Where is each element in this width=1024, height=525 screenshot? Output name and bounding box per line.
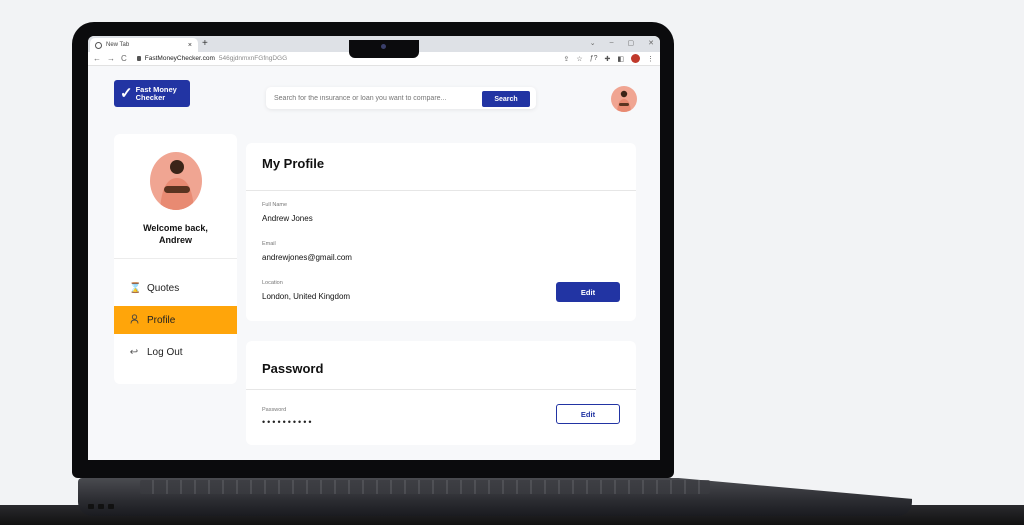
hourglass-icon: ⌛ (129, 282, 142, 294)
search-button[interactable]: Search (482, 91, 530, 107)
sidebar-divider (114, 258, 237, 259)
logo-line2: Checker (135, 92, 166, 102)
password-title: Password (262, 361, 324, 376)
card-divider (246, 190, 636, 191)
share-icon[interactable]: ⇪ (564, 55, 570, 63)
tab-close-icon[interactable]: × (188, 42, 192, 49)
url-path: 546gjdnmxnFGfngDGG (218, 55, 288, 62)
profile-title: My Profile (262, 156, 325, 171)
password-value: •••••••••• (262, 417, 314, 427)
sidebar: Welcome back, Andrew ⌛ Quotes Profile ↩ … (114, 134, 237, 384)
email-value: andrewjones@gmail.com (262, 253, 352, 262)
extension-icon[interactable]: ƒ? (590, 55, 598, 62)
window-controls: ⌄ – ▢ ✕ (590, 39, 654, 47)
puzzle-extensions-icon[interactable]: ✚ (605, 55, 611, 63)
email-label: Email (262, 241, 276, 247)
browser-menu-icon[interactable]: ⋮ (647, 55, 654, 63)
site-logo[interactable]: ✓ Fast Money Checker (114, 80, 190, 107)
user-icon (129, 313, 139, 327)
logout-arrow-icon: ↩ (129, 346, 139, 358)
lock-icon (136, 56, 141, 61)
sidebar-item-logout[interactable]: ↩ Log Out (114, 338, 237, 366)
search-bar: Search (266, 87, 536, 109)
sidebar-item-label: Profile (147, 314, 176, 326)
camera-icon (381, 44, 386, 49)
new-tab-button[interactable]: + (202, 38, 208, 49)
welcome-line1: Welcome back, (143, 223, 208, 233)
sidebar-item-label: Log Out (147, 346, 183, 358)
sidebar-item-profile[interactable]: Profile (114, 306, 237, 334)
maximize-button[interactable]: ▢ (628, 39, 635, 47)
profile-avatar (150, 152, 202, 210)
user-avatar[interactable] (611, 86, 637, 112)
card-divider (246, 389, 636, 390)
sidebar-item-quotes[interactable]: ⌛ Quotes (114, 274, 237, 302)
location-value: London, United Kingdom (262, 292, 351, 301)
checkmark-logo-icon: ✓ (120, 85, 133, 102)
edit-profile-button[interactable]: Edit (556, 282, 620, 302)
welcome-name: Andrew (158, 235, 192, 245)
reload-button[interactable]: C (121, 54, 127, 63)
sidebar-item-label: Quotes (147, 282, 180, 294)
search-input[interactable] (274, 94, 474, 102)
side-panel-icon[interactable]: ◧ (617, 55, 624, 63)
edit-password-button[interactable]: Edit (556, 404, 620, 424)
bookmark-star-icon[interactable]: ☆ (576, 55, 582, 63)
laptop-screen: New Tab × + ⌄ – ▢ ✕ ← → C FastMoneyCheck… (88, 36, 660, 460)
password-label: Password (262, 407, 287, 413)
laptop-ports (88, 496, 128, 509)
tab-title: New Tab (106, 42, 130, 48)
web-page: ✓ Fast Money Checker Search for the insu… (88, 66, 660, 460)
full-name-value: Andrew Jones (262, 214, 313, 223)
welcome-message: Welcome back, Andrew (114, 222, 237, 246)
person-photo-icon (160, 160, 194, 210)
location-label: Location (262, 280, 283, 286)
laptop-keyboard (140, 480, 710, 494)
browser-toolbar-icons: ⇪ ☆ ƒ? ✚ ◧ ⋮ (564, 54, 654, 63)
globe-icon (95, 41, 102, 49)
minimize-button[interactable]: – (610, 39, 614, 47)
browser-profile-avatar[interactable] (631, 54, 640, 63)
url-field[interactable]: FastMoneyChecker.com 546gjdnmxnFGfngDGG (136, 55, 288, 62)
person-photo-icon (617, 90, 631, 112)
tab-search-icon[interactable]: ⌄ (590, 39, 596, 47)
full-name-label: Full Name (262, 202, 288, 208)
browser-tab[interactable]: New Tab × (90, 38, 198, 52)
password-card: Password Password •••••••••• Edit (246, 341, 636, 445)
url-domain: FastMoneyChecker.com (144, 55, 215, 62)
camera-notch (349, 40, 419, 58)
profile-card: My Profile Full Name Andrew Jones Email … (246, 143, 636, 321)
forward-button[interactable]: → (107, 54, 115, 63)
close-window-button[interactable]: ✕ (648, 39, 654, 47)
back-button[interactable]: ← (93, 54, 101, 63)
